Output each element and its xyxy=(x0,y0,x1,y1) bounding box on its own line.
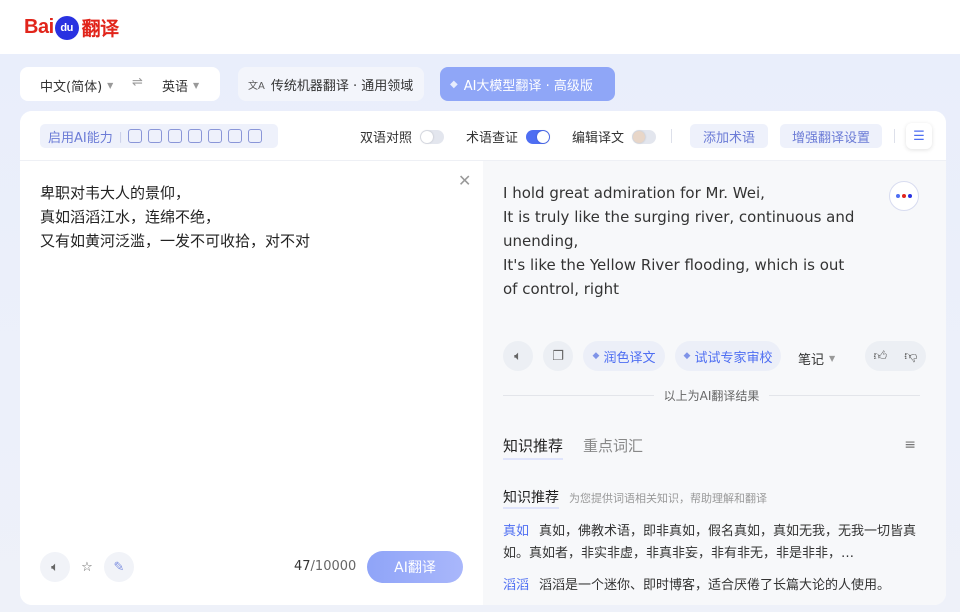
knowledge-entry: 真如 真如，佛教术语，即非真如，假名真如，真如无我，无我一切皆真如。真如者，非实非… xyxy=(503,521,923,565)
translation-card: 启用AI能力 | 双语对照 术语查证 编辑译文 添加术语 增强翻译设置 ☰ 卑职… xyxy=(20,111,946,605)
chevron-down-icon: ▼ xyxy=(107,81,114,90)
cube-icon: ◆ xyxy=(592,351,600,361)
knowledge-term-desc: 滔滔是一个迷你、即时博客，适合厌倦了长篇大论的人使用。 xyxy=(539,578,891,593)
target-language-select[interactable]: 英语 ▼ xyxy=(162,76,199,95)
knowledge-heading: 知识推荐 xyxy=(503,487,559,509)
voice-assistant-icon[interactable] xyxy=(889,181,919,211)
knowledge-tabs: 知识推荐 重点词汇 ≡ xyxy=(503,435,920,460)
logo-paw-icon: du xyxy=(54,16,79,40)
copy-tool-icon[interactable] xyxy=(188,129,203,143)
knowledge-term-link[interactable]: 滔滔 xyxy=(503,578,529,593)
polish-translation-button[interactable]: ◆ 润色译文 xyxy=(583,341,665,371)
edit-note-icon[interactable]: ✎ xyxy=(104,552,134,582)
notes-label: 笔记 xyxy=(798,353,825,368)
bilingual-toggle[interactable]: 双语对照 xyxy=(360,127,445,146)
ai-result-divider: 以上为AI翻译结果 xyxy=(503,387,920,403)
knowledge-subheading: 为您提供词语相关知识，帮助理解和翻译 xyxy=(569,492,767,505)
count-current: 47 xyxy=(294,559,311,574)
speaker-icon[interactable]: 🔈︎ xyxy=(503,341,533,371)
term-check-label: 术语查证 xyxy=(466,131,519,146)
chevron-down-icon: ▼ xyxy=(193,81,200,90)
logo-fanyi: 翻译 xyxy=(81,18,120,40)
swap-languages-icon[interactable]: ⇌ xyxy=(132,75,143,90)
translate-icon: 文A xyxy=(248,80,265,92)
enhance-settings-button[interactable]: 增强翻译设置 xyxy=(780,124,882,148)
ai-mode-button[interactable]: ◆ AI大模型翻译 · 高级版 xyxy=(440,67,615,101)
divider xyxy=(894,129,895,143)
knowledge-header: 知识推荐 为您提供词语相关知识，帮助理解和翻译 xyxy=(503,487,920,509)
ai-mode-label: AI大模型翻译 · 高级版 xyxy=(463,78,593,94)
feedback-group: 👍︎ 👎︎ xyxy=(865,341,926,371)
language-selector: 中文(简体) ▼ ⇌ 英语 ▼ xyxy=(20,67,220,101)
bilingual-label: 双语对照 xyxy=(360,131,413,146)
target-pane: I hold great admiration for Mr. Wei, It … xyxy=(483,161,946,605)
logo-bai: Bai xyxy=(24,15,54,38)
edit-translation-toggle[interactable]: 编辑译文 xyxy=(572,127,657,146)
knowledge-term-link[interactable]: 真如 xyxy=(503,524,529,539)
polish-tool-icon[interactable] xyxy=(128,129,143,143)
close-icon[interactable]: ✕ xyxy=(458,171,471,190)
character-count: 47/10000 xyxy=(294,559,356,574)
term-check-toggle[interactable]: 术语查证 xyxy=(466,127,551,146)
source-actions: 🔈︎ ☆ ✎ 47/10000 AI翻译 xyxy=(40,551,463,583)
knowledge-entry: 滔滔 滔滔是一个迷你、即时博客，适合厌倦了长篇大论的人使用。 xyxy=(503,575,923,597)
ai-translate-button[interactable]: AI翻译 xyxy=(367,551,463,583)
cube-tool-icon[interactable] xyxy=(248,129,263,143)
chevron-down-icon: ▼ xyxy=(829,354,836,363)
thumbs-down-icon[interactable]: 👎︎ xyxy=(904,349,917,364)
expand-tool-icon[interactable] xyxy=(168,129,183,143)
translation-actions: 🔈︎ ❐ ◆ 润色译文 ◆ 试试专家审校 笔记 ▼ 👍︎ 👎︎ xyxy=(503,341,926,373)
knowledge-term-desc: 真如，佛教术语，即非真如，假名真如，真如无我，无我一切皆真如。真如者，非实非虚，… xyxy=(503,524,917,561)
source-language-label: 中文(简体) xyxy=(40,80,103,95)
divider xyxy=(671,129,672,143)
list-menu-icon[interactable]: ≡ xyxy=(904,437,916,453)
traditional-mode-button[interactable]: 文A 传统机器翻译 · 通用领域 xyxy=(238,67,424,101)
polish-translation-label: 润色译文 xyxy=(603,350,656,366)
edit-tool-icon[interactable] xyxy=(208,129,223,143)
tab-key-vocabulary[interactable]: 重点词汇 xyxy=(583,435,643,456)
translation-output: I hold great admiration for Mr. Wei, It … xyxy=(503,184,855,298)
source-pane: 卑职对韦大人的景仰， 真如滔滔江水，连绵不绝， 又有如黄河泛滥，一发不可收拾，对… xyxy=(20,161,483,605)
term-check-switch[interactable] xyxy=(526,129,551,144)
divider: | xyxy=(118,129,123,143)
top-bar: Bai du 翻译 xyxy=(0,0,960,54)
copy-icon[interactable]: ❐ xyxy=(543,341,573,371)
cube-icon: ◆ xyxy=(683,351,691,361)
add-term-button[interactable]: 添加术语 xyxy=(690,124,768,148)
source-text-input[interactable]: 卑职对韦大人的景仰， 真如滔滔江水，连绵不绝， 又有如黄河泛滥，一发不可收拾，对… xyxy=(40,181,450,253)
ai-result-label: 以上为AI翻译结果 xyxy=(663,388,760,403)
ai-ability-label: 启用AI能力 xyxy=(48,130,113,146)
target-language-label: 英语 xyxy=(162,80,189,95)
source-language-select[interactable]: 中文(简体) ▼ xyxy=(40,76,113,95)
translation-toolbar: 启用AI能力 | 双语对照 术语查证 编辑译文 添加术语 增强翻译设置 ☰ xyxy=(20,111,946,161)
speaker-icon[interactable]: 🔈︎ xyxy=(40,552,70,582)
ai-ability-bar[interactable]: 启用AI能力 | xyxy=(40,124,278,148)
expert-review-label: 试试专家审校 xyxy=(694,350,773,366)
tab-knowledge[interactable]: 知识推荐 xyxy=(503,435,564,460)
cube-icon: ◆ xyxy=(450,78,458,90)
edit-translation-label: 编辑译文 xyxy=(572,131,625,146)
star-icon[interactable]: ☆ xyxy=(72,552,102,582)
edit-translation-switch[interactable] xyxy=(632,129,657,144)
traditional-mode-label: 传统机器翻译 · 通用领域 xyxy=(270,78,414,94)
count-max: /10000 xyxy=(310,559,357,574)
thumbs-up-icon[interactable]: 👍︎ xyxy=(874,349,888,364)
search-tool-icon[interactable] xyxy=(228,129,243,143)
document-tool-icon[interactable] xyxy=(148,129,163,143)
bilingual-switch[interactable] xyxy=(420,129,445,144)
expert-review-button[interactable]: ◆ 试试专家审校 xyxy=(675,341,781,371)
baidu-translate-logo[interactable]: Bai du 翻译 xyxy=(24,8,119,46)
notes-dropdown[interactable]: 笔记 ▼ xyxy=(798,349,835,368)
menu-icon[interactable]: ☰ xyxy=(906,123,932,149)
